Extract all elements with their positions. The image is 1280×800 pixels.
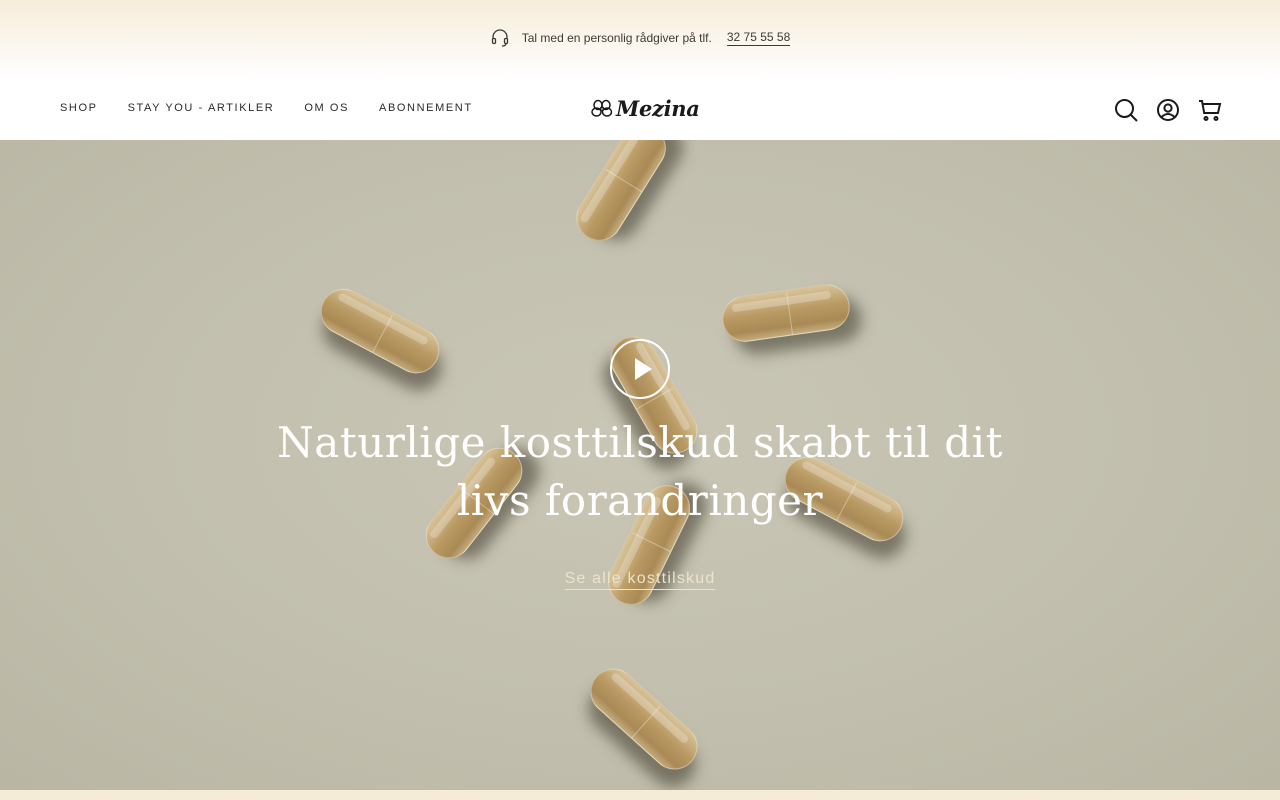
headset-icon: [491, 29, 508, 47]
capsule-image: [719, 281, 853, 345]
hero-headline: Naturlige kosttilskud skabt til dit livs…: [277, 418, 1003, 525]
play-icon: [635, 358, 652, 380]
capsule-image: [581, 659, 707, 779]
play-video-button[interactable]: [610, 339, 670, 399]
phone-link[interactable]: 32 75 55 58: [726, 30, 791, 46]
bottom-strip: [0, 790, 1280, 800]
hero-section: Naturlige kosttilskud skabt til dit livs…: [0, 140, 1280, 790]
cart-icon[interactable]: [1198, 98, 1222, 122]
hero-cta-wrap: Se alle kosttilskud: [0, 570, 1280, 590]
announcement-bar: Tal med en personlig rådgiver på tlf. 32…: [0, 0, 1280, 80]
header-actions: [1114, 98, 1222, 122]
site-header: SHOP STAY YOU - ARTIKLER OM OS ABONNEMEN…: [0, 80, 1280, 140]
capsule-image: [567, 140, 675, 250]
nav-item-stay-you-artikler[interactable]: STAY YOU - ARTIKLER: [128, 102, 275, 114]
account-icon[interactable]: [1156, 98, 1180, 122]
see-all-supplements-link[interactable]: Se alle kosttilskud: [564, 570, 716, 590]
logo-text: Mezina: [616, 96, 700, 121]
announcement-content: Tal med en personlig rådgiver på tlf. 32…: [0, 28, 1280, 48]
capsule-image: [312, 280, 448, 382]
search-icon[interactable]: [1114, 98, 1138, 122]
nav-item-shop[interactable]: SHOP: [60, 102, 98, 114]
site-logo[interactable]: Mezina: [590, 96, 700, 121]
nav-item-om-os[interactable]: OM OS: [304, 102, 349, 114]
flower-logo-icon: [591, 99, 613, 117]
nav-item-abonnement[interactable]: ABONNEMENT: [379, 102, 473, 114]
main-nav: SHOP STAY YOU - ARTIKLER OM OS ABONNEMEN…: [60, 102, 503, 114]
announcement-text: Tal med en personlig rådgiver på tlf.: [521, 31, 712, 45]
